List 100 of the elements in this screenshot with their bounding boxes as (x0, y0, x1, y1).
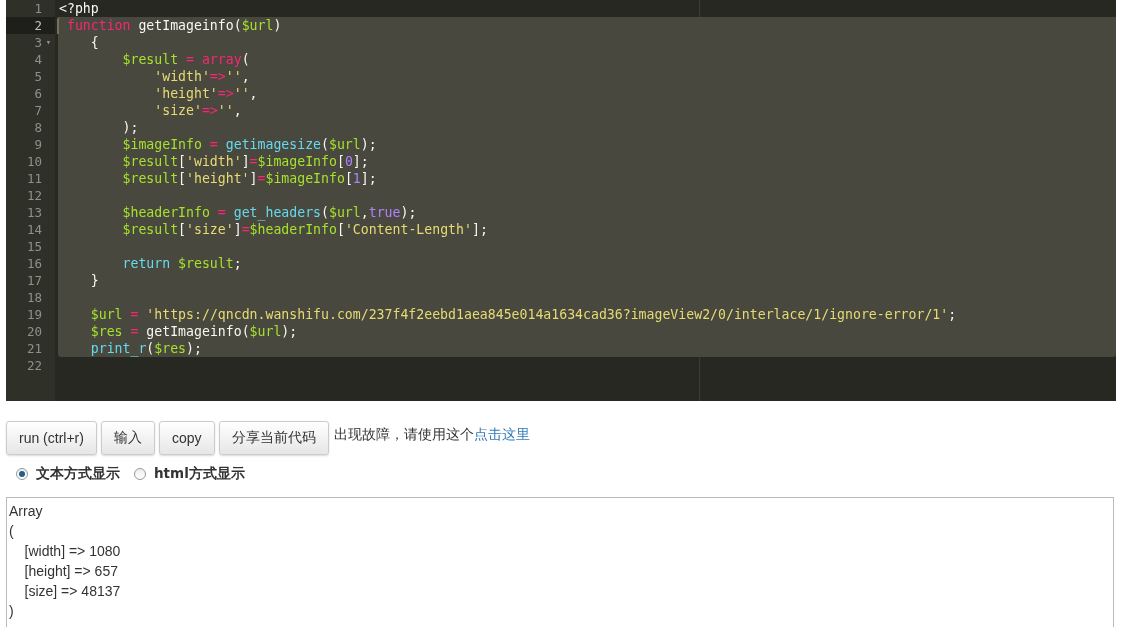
line-number: 5 (34, 68, 42, 85)
code-variable: $result (121, 171, 179, 186)
line-number: 15 (26, 238, 42, 255)
line-number: 8 (34, 119, 42, 136)
code-text: ); (186, 341, 202, 356)
code-text: , (360, 205, 369, 220)
code-string: 'width' (186, 154, 242, 169)
code-function: getimagesize (225, 137, 322, 152)
code-function: get_headers (233, 205, 322, 220)
code-operator: = (257, 171, 266, 186)
code-variable: $imageInfo (265, 171, 345, 186)
code-text: ( (241, 52, 250, 67)
code-operator: => (201, 103, 218, 118)
code-operator: => (217, 86, 234, 101)
line-number: 17 (26, 272, 42, 289)
code-function: return (121, 256, 171, 271)
output-line: ) (9, 602, 15, 621)
code-string: 'size' (186, 222, 234, 237)
code-text: getImageinfo( (146, 324, 250, 339)
output-line: [width] => 1080 (23, 542, 122, 561)
output-line: [height] => 657 (23, 562, 119, 581)
code-text: ] (249, 171, 258, 186)
code-operator: = (208, 137, 219, 152)
line-gutter (6, 374, 55, 401)
code-text: ); (360, 137, 377, 152)
output-line: [size] => 48137 (23, 582, 122, 601)
toolbar-button[interactable]: 分享当前代码 (218, 421, 329, 455)
code-editor[interactable] (6, 0, 1116, 401)
line-number: 7 (34, 102, 42, 119)
toolbar-button[interactable]: 输入 (100, 421, 155, 455)
code-text: , (241, 69, 250, 84)
line-number: 13 (26, 204, 42, 221)
code-variable: $res (154, 341, 187, 356)
code-string: 'https://qncdn.wanshifu.com/237f4f2eebd1aea845e014a1634cad36?imageView2/0/interlace/1/ignore-error/1' (146, 307, 949, 322)
code-number: 0 (344, 154, 353, 169)
code-variable: $imageInfo (257, 154, 337, 169)
code-text: [ (336, 222, 345, 237)
code-string: '' (217, 103, 234, 118)
radio-label: html方式显示 (154, 465, 245, 483)
code-text: [ (178, 171, 187, 186)
line-number: 16 (26, 255, 42, 272)
code-text: ( (321, 137, 329, 152)
code-variable: $imageInfo (121, 137, 202, 152)
line-number: 1 (34, 0, 42, 17)
code-variable: $result (121, 222, 179, 237)
code-text: { (89, 35, 99, 50)
line-number: 4 (34, 51, 42, 68)
code-text: [ (344, 171, 353, 186)
code-operator: => (209, 69, 226, 84)
line-number: 22 (26, 357, 42, 374)
line-number: 18 (26, 289, 42, 306)
code-variable: $url (329, 205, 361, 220)
code-text: ); (400, 205, 417, 220)
toolbar-button[interactable]: copy (158, 421, 215, 455)
code-string: 'height' (153, 86, 218, 101)
code-string: '' (233, 86, 250, 101)
code-text: getImageinfo( (137, 18, 242, 33)
code-variable: $url (241, 18, 274, 33)
code-operator: = (129, 324, 140, 339)
code-text: , (249, 86, 258, 101)
line-number: 11 (26, 170, 42, 187)
code-text: ); (121, 120, 139, 135)
code-variable: $url (249, 324, 282, 339)
code-operator: = (216, 205, 227, 220)
code-operator: = (185, 52, 195, 67)
code-number: true (368, 205, 401, 220)
radio-button[interactable] (134, 468, 146, 480)
toolbar-button[interactable]: run (ctrl+r) (6, 421, 97, 455)
code-text: ]; (360, 171, 377, 186)
code-string: '' (225, 69, 242, 84)
code-keyword: array (201, 52, 242, 67)
line-number: 21 (26, 340, 42, 357)
code-string: 'Content-Length' (344, 222, 472, 237)
line-number: 6 (34, 85, 42, 102)
line-number: 3 (34, 34, 42, 51)
code-text: [ (178, 222, 187, 237)
code-function: print_r (89, 341, 147, 356)
line-number: 2 (34, 17, 42, 34)
code-variable: $url (329, 137, 361, 152)
code-text: ( (146, 341, 155, 356)
notice-text: 出现故障，请使用这个点击这里 (333, 426, 530, 444)
code-text: ]; (352, 154, 369, 169)
code-variable: $res (89, 324, 123, 339)
code-text: ); (281, 324, 298, 339)
radio-label: 文本方式显示 (36, 465, 120, 483)
radio-button[interactable] (16, 468, 28, 480)
fold-icon[interactable]: ▾ (45, 37, 52, 47)
code-variable: $result (177, 256, 234, 271)
line-number: 14 (26, 221, 42, 238)
code-variable: $headerInfo (121, 205, 210, 220)
output-line: Array (9, 502, 44, 521)
code-text: [ (336, 154, 345, 169)
code-text: ) (273, 18, 282, 33)
code-text: } (89, 273, 99, 288)
help-link[interactable]: 点击这里 (473, 426, 530, 442)
line-number: 20 (26, 323, 42, 340)
code-text: , (233, 103, 242, 118)
line-number: 19 (26, 306, 42, 323)
line-number: 12 (26, 187, 42, 204)
code-variable: $result (121, 154, 179, 169)
